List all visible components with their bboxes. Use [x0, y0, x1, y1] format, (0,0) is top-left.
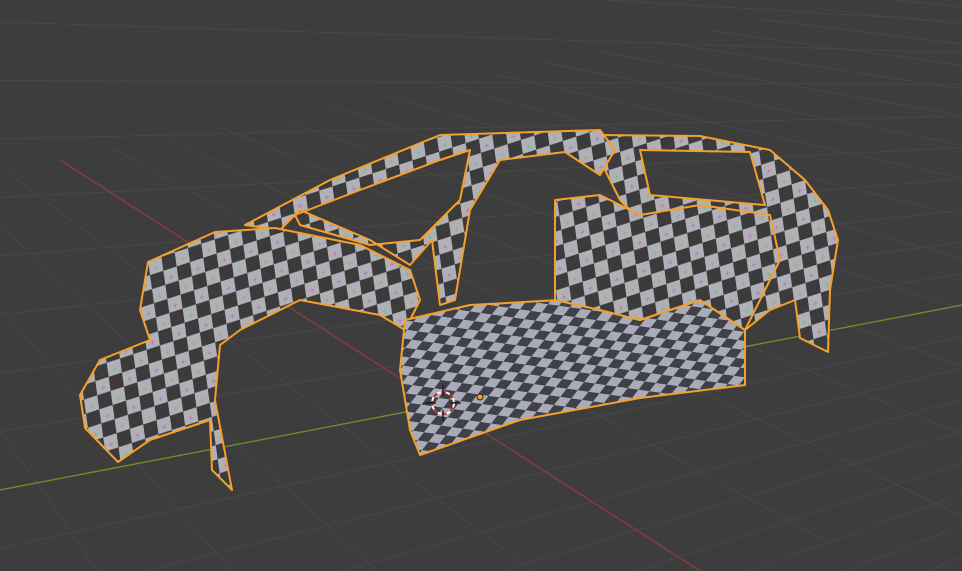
- grid-line: [761, 19, 962, 45]
- mesh-floor[interactable]: [399, 299, 746, 456]
- object-origin-icon: [476, 393, 484, 401]
- grid-line: [635, 462, 962, 571]
- grid-line: [545, 62, 962, 146]
- 3d-viewport[interactable]: + +: [0, 0, 962, 571]
- grid-line: [502, 430, 962, 571]
- grid-line: [0, 429, 98, 571]
- grid-line: [891, 0, 962, 8]
- grid-line: [0, 80, 962, 85]
- viewport-canvas[interactable]: + +: [0, 0, 962, 571]
- grid-line: [605, 0, 962, 22]
- car-body-mesh[interactable]: [79, 129, 839, 491]
- grid-line: [707, 29, 962, 66]
- grid-line: [928, 556, 962, 571]
- grid-line: [815, 8, 962, 25]
- grid-line: [748, 493, 962, 571]
